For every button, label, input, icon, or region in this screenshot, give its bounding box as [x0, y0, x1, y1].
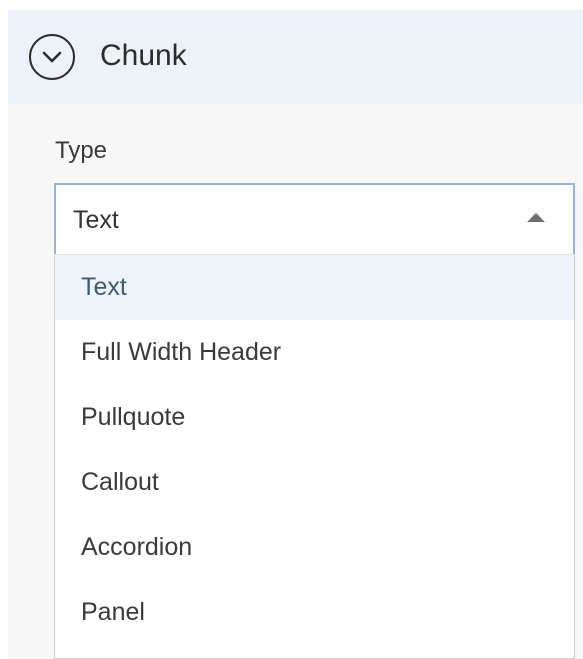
section-title: Chunk	[100, 39, 187, 72]
caret-up-icon	[527, 213, 545, 222]
type-select[interactable]: Text	[54, 183, 575, 255]
chevron-down-circle-icon[interactable]	[29, 34, 75, 80]
chevron-down-icon	[42, 51, 62, 63]
type-field-label: Type	[55, 137, 108, 164]
dropdown-option-accordion[interactable]: Accordion	[55, 515, 574, 580]
dropdown-option-full-width-header[interactable]: Full Width Header	[55, 320, 574, 385]
dropdown-option-callout[interactable]: Callout	[55, 450, 574, 515]
dropdown-option-pullquote[interactable]: Pullquote	[55, 385, 574, 450]
dropdown-option-panel[interactable]: Panel	[55, 580, 574, 645]
type-select-value: Text	[73, 206, 119, 234]
type-dropdown-list: Text Full Width Header Pullquote Callout…	[54, 254, 575, 659]
dropdown-option-text[interactable]: Text	[55, 255, 574, 320]
chunk-panel: Chunk Type Text Text Full Width Header P…	[8, 10, 583, 659]
section-header[interactable]: Chunk	[8, 10, 583, 104]
